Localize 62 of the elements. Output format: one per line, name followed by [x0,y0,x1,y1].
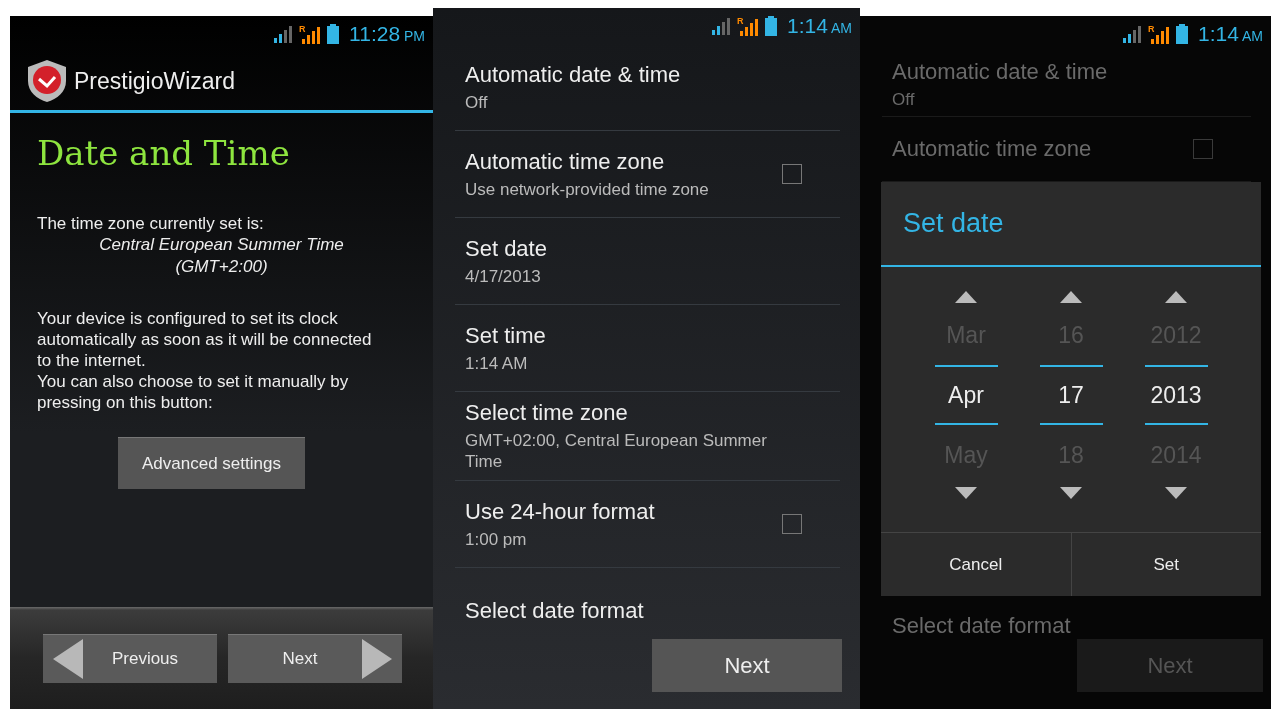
back-button[interactable]: Previous [43,633,217,683]
page-heading: Date and Time [37,133,291,173]
timezone-label: The time zone currently set is: [37,213,265,234]
clock: 1:14 AM [1198,22,1263,46]
down-arrow-icon[interactable] [1060,487,1082,499]
app-title: PrestigioWizard [74,67,236,95]
dialog-button[interactable]: Set [1070,533,1261,596]
item-subtitle: Use network-provided time zone [465,178,710,200]
info-paragraph: Your device is configured to set its clock automatically as soon as it will be connected to the internet. [37,308,372,371]
item-title: Automatic date & time [892,58,1109,85]
item-title: Use 24-hour format [465,498,656,525]
timezone-name: (GMT+2:00) [174,256,269,278]
next-button[interactable]: Next [652,639,842,692]
signal-icon [1122,25,1142,43]
forward-button[interactable]: Next [228,633,402,683]
item-subtitle: Off [465,91,489,113]
settings-item[interactable]: Set time 1:14 AM [455,305,840,392]
item-title: Select time zone [465,400,629,426]
dialog-title: Set date [881,182,1261,267]
down-arrow-icon[interactable] [1165,487,1187,499]
checkbox[interactable] [782,514,802,534]
item-title: Automatic time zone [465,148,666,175]
picker-selected-value[interactable]: 2013 [1144,365,1208,425]
picker-selected-value[interactable]: Apr [934,365,998,425]
up-arrow-icon[interactable] [955,291,977,303]
settings-item[interactable]: Automatic date & time Off [455,44,840,131]
clock: 11:28 PM [349,22,425,46]
settings-item[interactable]: Automatic date & time Off [882,52,1251,117]
left-triangle-icon [53,638,83,679]
up-arrow-icon[interactable] [1060,291,1082,303]
item-title: Select date format [892,613,1071,638]
settings-item[interactable]: Automatic time zone Use network-provided time zone [455,131,840,218]
item-subtitle: 4/17/2013 [465,265,542,287]
battery-icon [1176,24,1188,44]
item-title: Select date format [465,598,645,624]
battery-icon [765,16,777,36]
item-subtitle: 1:00 pm [465,528,528,550]
picker-selected-value[interactable]: 17 [1039,365,1103,425]
info-paragraph: You can also choose to set it manually by pressing on this button: [37,371,350,413]
advanced-settings-button[interactable]: Advanced settings [118,437,305,489]
battery-icon [327,24,340,44]
timezone-name: Central European Summer Time [98,234,345,256]
settings-item[interactable]: Set date 4/17/2013 [455,218,840,305]
clock: 1:14 AM [787,14,852,38]
down-arrow-icon[interactable] [955,487,977,499]
item-subtitle: 1:14 AM [465,352,529,374]
item-title: Set date [465,235,548,262]
settings-item[interactable]: Use 24-hour format 1:00 pm [455,481,840,568]
item-title: Automatic date & time [465,61,682,88]
settings-item[interactable]: Select time zone GMT+02:00, Central European Summer Time [455,392,840,481]
checkbox[interactable] [1193,139,1213,159]
signal-icon [273,25,294,43]
signal-icon [711,17,731,35]
checkbox[interactable] [782,164,802,184]
item-subtitle: GMT+02:00, Central European Summer Time [465,430,768,472]
shield-logo-icon [26,59,68,103]
item-title: Automatic time zone [892,136,1093,162]
item-title: Set time [465,322,547,349]
dialog-button[interactable]: Cancel [881,533,1071,596]
item-subtitle: Off [892,88,916,110]
up-arrow-icon[interactable] [1165,291,1187,303]
right-triangle-icon [362,638,392,679]
